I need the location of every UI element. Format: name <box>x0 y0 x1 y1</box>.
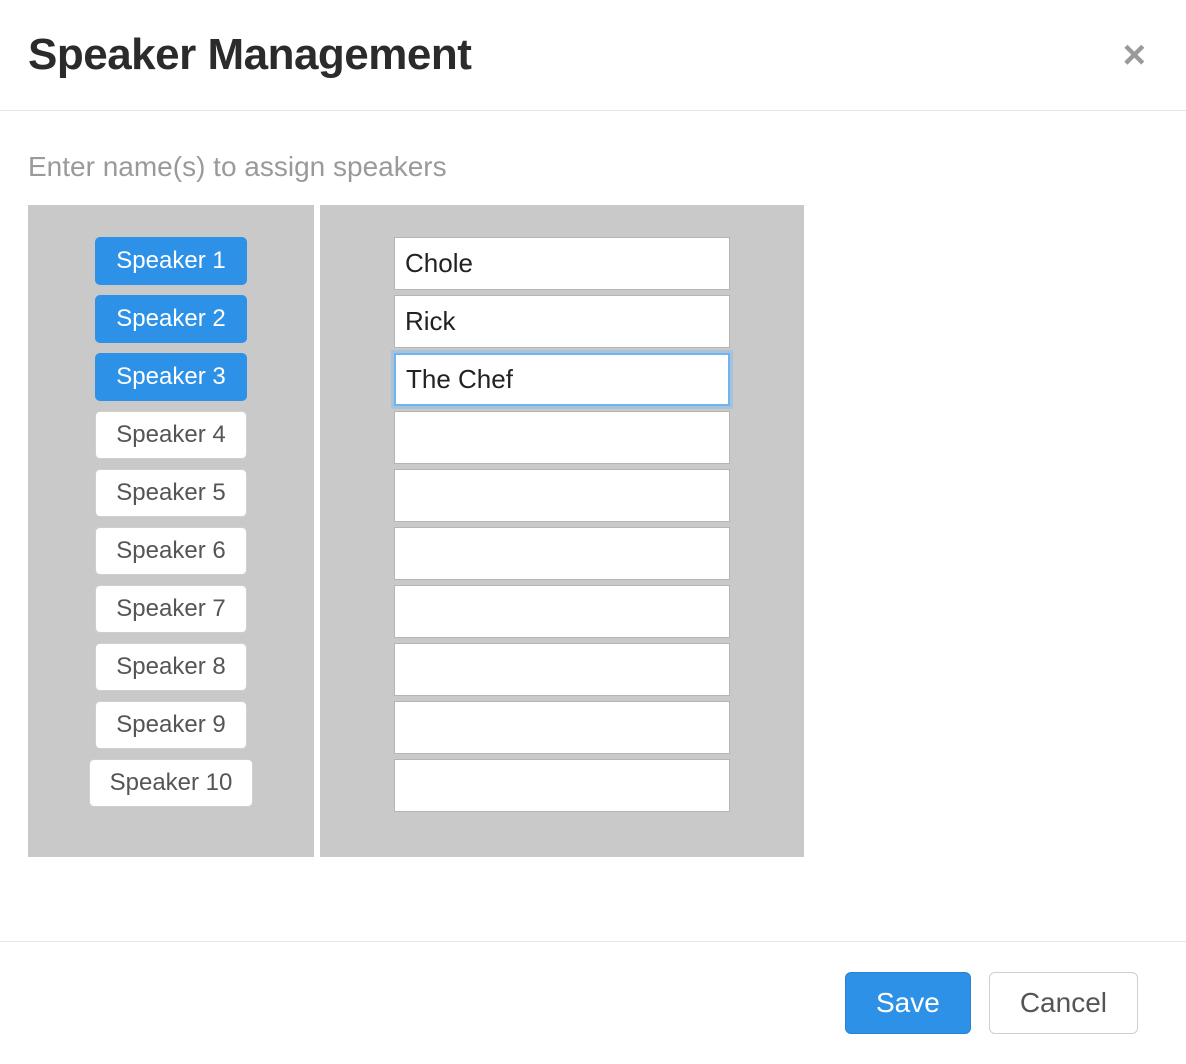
speaker-button-9[interactable]: Speaker 9 <box>95 701 246 749</box>
speaker-name-input-9[interactable] <box>394 701 730 754</box>
speaker-button-10[interactable]: Speaker 10 <box>89 759 254 807</box>
speaker-button-3[interactable]: Speaker 3 <box>95 353 246 401</box>
speaker-buttons-panel: Speaker 1 Speaker 2 Speaker 3 Speaker 4 Spea… <box>28 205 314 857</box>
modal-body: Enter name(s) to assign speakers Speaker… <box>0 111 1186 941</box>
speaker-name-input-4[interactable] <box>394 411 730 464</box>
cancel-button[interactable]: Cancel <box>989 972 1138 1034</box>
save-button[interactable]: Save <box>845 972 971 1034</box>
modal-header: Speaker Management × <box>0 0 1186 111</box>
instructions-text: Enter name(s) to assign speakers <box>28 151 1158 183</box>
panels-container: Speaker 1 Speaker 2 Speaker 3 Speaker 4 Spea… <box>28 205 1158 857</box>
speaker-name-input-6[interactable] <box>394 527 730 580</box>
speaker-names-panel <box>320 205 804 857</box>
speaker-management-modal: Speaker Management × Enter name(s) to as… <box>0 0 1186 1064</box>
speaker-name-input-5[interactable] <box>394 469 730 522</box>
speaker-name-input-7[interactable] <box>394 585 730 638</box>
modal-footer: Save Cancel <box>0 941 1186 1064</box>
speaker-name-input-1[interactable] <box>394 237 730 290</box>
speaker-button-2[interactable]: Speaker 2 <box>95 295 246 343</box>
speaker-button-8[interactable]: Speaker 8 <box>95 643 246 691</box>
speaker-name-input-2[interactable] <box>394 295 730 348</box>
speaker-name-input-3[interactable] <box>394 353 730 406</box>
speaker-button-7[interactable]: Speaker 7 <box>95 585 246 633</box>
speaker-button-6[interactable]: Speaker 6 <box>95 527 246 575</box>
speaker-name-input-8[interactable] <box>394 643 730 696</box>
speaker-name-input-10[interactable] <box>394 759 730 812</box>
speaker-button-1[interactable]: Speaker 1 <box>95 237 246 285</box>
close-icon[interactable]: × <box>1115 31 1154 79</box>
speaker-button-5[interactable]: Speaker 5 <box>95 469 246 517</box>
speaker-button-4[interactable]: Speaker 4 <box>95 411 246 459</box>
modal-title: Speaker Management <box>28 30 471 80</box>
